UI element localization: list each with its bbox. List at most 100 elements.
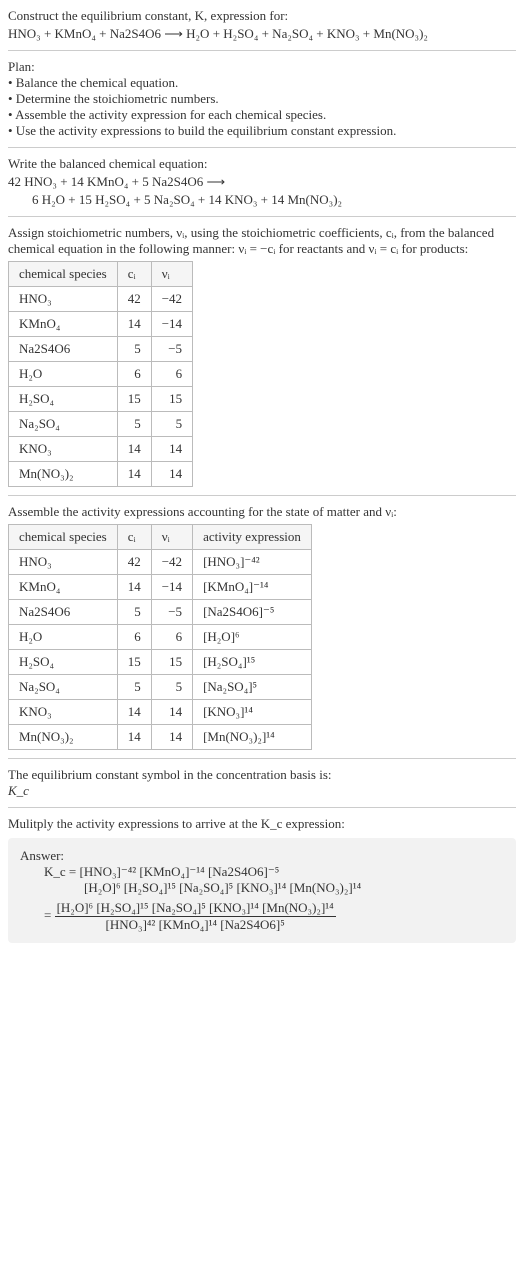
table-row: H₂O66[H₂O]⁶ xyxy=(9,625,312,650)
table-cell: 5 xyxy=(151,412,192,437)
plan-section: Plan: • Balance the chemical equation. •… xyxy=(8,59,516,139)
table-cell: 5 xyxy=(117,600,151,625)
table-cell: [HNO₃]⁻⁴² xyxy=(193,550,312,575)
divider xyxy=(8,495,516,496)
answer-line2: [H₂O]⁶ [H₂SO₄]¹⁵ [Na₂SO₄]⁵ [KNO₃]¹⁴ [Mn(… xyxy=(84,880,504,896)
table-cell: 6 xyxy=(151,362,192,387)
intro-equation: HNO₃ + KMnO₄ + Na2S4O6 ⟶ H₂O + H₂SO₄ + N… xyxy=(8,26,516,42)
table-cell: Na2S4O6 xyxy=(9,600,118,625)
divider xyxy=(8,758,516,759)
table-cell: H₂SO₄ xyxy=(9,650,118,675)
table-cell: 15 xyxy=(117,650,151,675)
eqconst-symbol: K_c xyxy=(8,783,516,799)
eqconst-section: The equilibrium constant symbol in the c… xyxy=(8,767,516,799)
table-cell: Mn(NO₃)₂ xyxy=(9,462,118,487)
table-cell: 5 xyxy=(151,675,192,700)
table-cell: KNO₃ xyxy=(9,700,118,725)
table-row: HNO₃42−42 xyxy=(9,287,193,312)
table-cell: [Na₂SO₄]⁵ xyxy=(193,675,312,700)
table-cell: [H₂SO₄]¹⁵ xyxy=(193,650,312,675)
table-row: KMnO₄14−14[KMnO₄]⁻¹⁴ xyxy=(9,575,312,600)
table-cell: −14 xyxy=(151,312,192,337)
multiply-text: Mulitply the activity expressions to arr… xyxy=(8,816,516,832)
table-row: KNO₃1414 xyxy=(9,437,193,462)
stoich-table: chemical species cᵢ νᵢ HNO₃42−42 KMnO₄14… xyxy=(8,261,193,487)
divider xyxy=(8,807,516,808)
table-cell: H₂SO₄ xyxy=(9,387,118,412)
table-cell: Na2S4O6 xyxy=(9,337,118,362)
table-row: H₂SO₄1515[H₂SO₄]¹⁵ xyxy=(9,650,312,675)
table-cell: [KMnO₄]⁻¹⁴ xyxy=(193,575,312,600)
answer-fraction-line: = [H₂O]⁶ [H₂SO₄]¹⁵ [Na₂SO₄]⁵ [KNO₃]¹⁴ [M… xyxy=(44,900,504,933)
table-cell: KNO₃ xyxy=(9,437,118,462)
fraction-numerator: [H₂O]⁶ [H₂SO₄]¹⁵ [Na₂SO₄]⁵ [KNO₃]¹⁴ [Mn(… xyxy=(55,900,336,917)
divider xyxy=(8,50,516,51)
intro-section: Construct the equilibrium constant, K, e… xyxy=(8,8,516,42)
balanced-heading: Write the balanced chemical equation: xyxy=(8,156,516,172)
assign-section: Assign stoichiometric numbers, νᵢ, using… xyxy=(8,225,516,487)
table-row: Mn(NO₃)₂1414 xyxy=(9,462,193,487)
table-cell: −14 xyxy=(151,575,192,600)
table-cell: −42 xyxy=(151,550,192,575)
table-header: chemical species xyxy=(9,262,118,287)
table-row: KMnO₄14−14 xyxy=(9,312,193,337)
table-cell: 5 xyxy=(117,675,151,700)
table-cell: [H₂O]⁶ xyxy=(193,625,312,650)
plan-item: • Use the activity expressions to build … xyxy=(8,123,516,139)
table-row: Na₂SO₄55[Na₂SO₄]⁵ xyxy=(9,675,312,700)
table-row: H₂O66 xyxy=(9,362,193,387)
answer-label: Answer: xyxy=(20,848,504,864)
table-header-row: chemical species cᵢ νᵢ activity expressi… xyxy=(9,525,312,550)
table-header: activity expression xyxy=(193,525,312,550)
table-header: chemical species xyxy=(9,525,118,550)
table-cell: H₂O xyxy=(9,362,118,387)
fraction-denominator: [HNO₃]⁴² [KMnO₄]¹⁴ [Na2S4O6]⁵ xyxy=(55,917,336,933)
table-cell: [Mn(NO₃)₂]¹⁴ xyxy=(193,725,312,750)
divider xyxy=(8,216,516,217)
divider xyxy=(8,147,516,148)
table-row: Mn(NO₃)₂1414[Mn(NO₃)₂]¹⁴ xyxy=(9,725,312,750)
balanced-line1: 42 HNO₃ + 14 KMnO₄ + 5 Na2S4O6 ⟶ xyxy=(8,174,516,190)
table-cell: HNO₃ xyxy=(9,550,118,575)
table-cell: KMnO₄ xyxy=(9,575,118,600)
table-cell: 5 xyxy=(117,337,151,362)
table-cell: Na₂SO₄ xyxy=(9,675,118,700)
table-cell: HNO₃ xyxy=(9,287,118,312)
table-cell: 14 xyxy=(151,462,192,487)
balanced-line2: 6 H₂O + 15 H₂SO₄ + 5 Na₂SO₄ + 14 KNO₃ + … xyxy=(32,192,516,208)
table-row: Na₂SO₄55 xyxy=(9,412,193,437)
table-header: νᵢ xyxy=(151,262,192,287)
table-cell: 6 xyxy=(117,625,151,650)
table-header: cᵢ xyxy=(117,262,151,287)
table-cell: [Na2S4O6]⁻⁵ xyxy=(193,600,312,625)
table-cell: 14 xyxy=(117,725,151,750)
table-header-row: chemical species cᵢ νᵢ xyxy=(9,262,193,287)
table-cell: [KNO₃]¹⁴ xyxy=(193,700,312,725)
table-cell: 14 xyxy=(151,700,192,725)
table-row: H₂SO₄1515 xyxy=(9,387,193,412)
table-cell: 42 xyxy=(117,287,151,312)
table-cell: 5 xyxy=(117,412,151,437)
table-cell: KMnO₄ xyxy=(9,312,118,337)
table-cell: 14 xyxy=(117,437,151,462)
table-cell: 15 xyxy=(151,387,192,412)
answer-line1: K_c = [HNO₃]⁻⁴² [KMnO₄]⁻¹⁴ [Na2S4O6]⁻⁵ xyxy=(44,864,504,880)
table-cell: 15 xyxy=(151,650,192,675)
table-cell: Mn(NO₃)₂ xyxy=(9,725,118,750)
answer-expression: K_c = [HNO₃]⁻⁴² [KMnO₄]⁻¹⁴ [Na2S4O6]⁻⁵ [… xyxy=(44,864,504,933)
table-cell: 6 xyxy=(117,362,151,387)
table-cell: H₂O xyxy=(9,625,118,650)
plan-item: • Determine the stoichiometric numbers. xyxy=(8,91,516,107)
table-cell: 6 xyxy=(151,625,192,650)
table-row: HNO₃42−42[HNO₃]⁻⁴² xyxy=(9,550,312,575)
fraction: [H₂O]⁶ [H₂SO₄]¹⁵ [Na₂SO₄]⁵ [KNO₃]¹⁴ [Mn(… xyxy=(55,900,336,933)
table-cell: 42 xyxy=(117,550,151,575)
intro-line1: Construct the equilibrium constant, K, e… xyxy=(8,8,516,24)
assign-text: Assign stoichiometric numbers, νᵢ, using… xyxy=(8,225,516,257)
balanced-section: Write the balanced chemical equation: 42… xyxy=(8,156,516,208)
table-cell: 14 xyxy=(117,700,151,725)
table-row: Na2S4O65−5 xyxy=(9,337,193,362)
table-cell: Na₂SO₄ xyxy=(9,412,118,437)
assemble-section: Assemble the activity expressions accoun… xyxy=(8,504,516,750)
table-header: νᵢ xyxy=(151,525,192,550)
